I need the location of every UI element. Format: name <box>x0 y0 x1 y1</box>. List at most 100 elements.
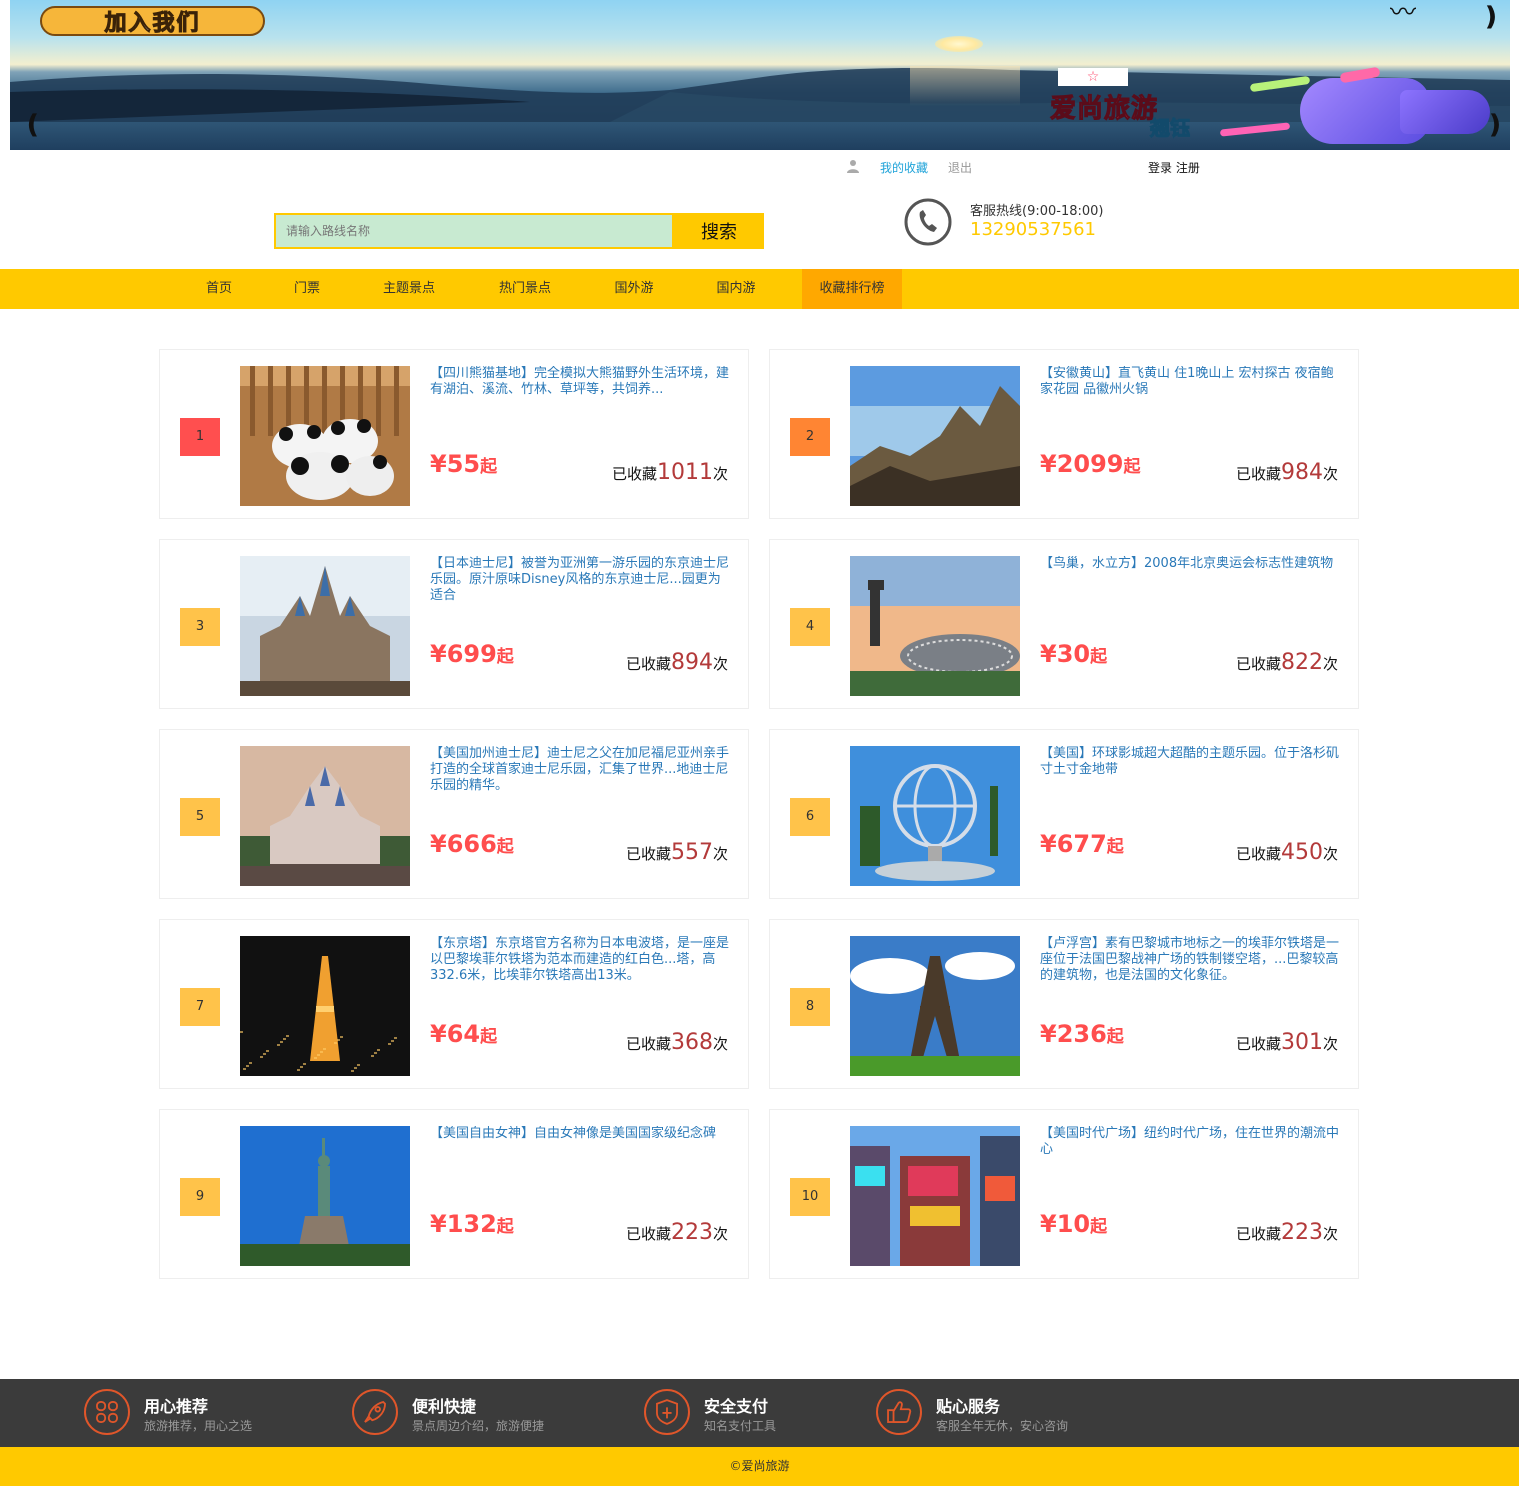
route-title-link[interactable]: 【东京塔】东京塔官方名称为日本电波塔，是一座是以巴黎埃菲尔铁塔为范本而建造的红白… <box>430 936 730 984</box>
login-register-link[interactable]: 登录 注册 <box>1148 159 1200 176</box>
ranking-card[interactable]: 4 【鸟巢，水立方】2008年北京奥运会标志性建筑物 ¥30起 已收藏822次 <box>769 539 1359 709</box>
ranking-card[interactable]: 3 【日本迪士尼】被誉为亚洲第一游乐园的东京迪士尼乐园。原汁原味Disney风格的… <box>159 539 749 709</box>
search-input[interactable] <box>274 213 674 249</box>
route-price: ¥236起 <box>1040 1020 1124 1048</box>
eiffel-tower-photo[interactable] <box>850 936 1020 1076</box>
copyright: ©爱尚旅游 <box>0 1447 1519 1486</box>
route-price: ¥677起 <box>1040 830 1124 858</box>
price-value: ¥2099 <box>1040 450 1124 478</box>
ranking-card[interactable]: 2 【安徽黄山】直飞黄山 住1晚山上 宏村探古 夜宿鲍家花园 品徽州火锅 ¥2099… <box>769 349 1359 519</box>
collect-prefix: 已收藏 <box>1235 845 1281 863</box>
ranking-card[interactable]: 6 【美国】环球影城超大超酷的主题乐园。位于洛杉矶寸土寸金地带 ¥677起 已收藏45… <box>769 729 1359 899</box>
route-title-link[interactable]: 【美国加州迪士尼】迪士尼之父在加尼福尼亚州亲手打造的全球首家迪士尼乐园，汇集了世… <box>430 746 730 794</box>
phone-icon <box>904 198 952 246</box>
collect-count: 已收藏301次 <box>1236 1030 1338 1055</box>
user-icon <box>847 160 859 173</box>
collect-suffix: 次 <box>712 845 728 863</box>
search-button[interactable]: 搜索 <box>674 213 764 249</box>
route-price: ¥30起 <box>1040 640 1107 668</box>
ranking-card[interactable]: 10 【美国时代广场】纽约时代广场，住在世界的潮流中心 ¥10起 已收藏223次 <box>769 1109 1359 1279</box>
huangshan-photo[interactable] <box>850 366 1020 506</box>
price-value: ¥666 <box>430 830 497 858</box>
nav-item-theme-spots[interactable]: 主题景点 <box>366 269 452 309</box>
route-title-link[interactable]: 【安徽黄山】直飞黄山 住1晚山上 宏村探古 夜宿鲍家花园 品徽州火锅 <box>1040 366 1340 398</box>
price-suffix: 起 <box>1106 1027 1124 1047</box>
universal-globe-photo[interactable] <box>850 746 1020 886</box>
times-square-photo[interactable] <box>850 1126 1020 1266</box>
price-suffix: 起 <box>1123 457 1141 477</box>
my-favorites-link[interactable]: 我的收藏 <box>880 159 928 176</box>
price-value: ¥64 <box>430 1020 481 1048</box>
price-suffix: 起 <box>480 457 498 477</box>
top-links-bar: 我的收藏 退出 登录 注册 <box>0 158 1519 178</box>
thumbs-up-icon <box>876 1389 922 1435</box>
collect-count: 已收藏557次 <box>626 840 728 865</box>
star-icon: ☆ <box>1058 68 1128 86</box>
shield-icon <box>644 1389 690 1435</box>
nav-item-tickets[interactable]: 门票 <box>278 269 336 309</box>
nav-item-hot-spots[interactable]: 热门景点 <box>482 269 568 309</box>
collect-suffix: 次 <box>712 465 728 483</box>
collect-prefix: 已收藏 <box>625 845 671 863</box>
price-value: ¥10 <box>1040 1210 1091 1238</box>
nav-item-favorites-ranking[interactable]: 收藏排行榜 <box>802 269 902 309</box>
brand-promo-graphic: ☆ 爱尚旅游 翘钰 <box>1040 66 1510 150</box>
collect-number: 557 <box>670 840 713 865</box>
collect-prefix: 已收藏 <box>611 465 657 483</box>
collect-number: 894 <box>670 650 713 675</box>
collect-number: 450 <box>1280 840 1323 865</box>
route-price: ¥699起 <box>430 640 514 668</box>
collect-suffix: 次 <box>1322 1225 1338 1243</box>
collect-number: 223 <box>670 1220 713 1245</box>
brand-title: 爱尚旅游 <box>1049 94 1159 125</box>
tokyo-disney-photo[interactable] <box>240 556 410 696</box>
collect-suffix: 次 <box>712 1225 728 1243</box>
route-title-link[interactable]: 【美国】环球影城超大超酷的主题乐园。位于洛杉矶寸土寸金地带 <box>1040 746 1340 778</box>
ranking-card[interactable]: 5 【美国加州迪士尼】迪士尼之父在加尼福尼亚州亲手打造的全球首家迪士尼乐园，汇集了… <box>159 729 749 899</box>
collect-suffix: 次 <box>1322 1035 1338 1053</box>
price-suffix: 起 <box>1090 1217 1108 1237</box>
join-us-logo[interactable]: 加入我们 <box>40 6 265 37</box>
collect-number: 984 <box>1280 460 1323 485</box>
statue-of-liberty-photo[interactable] <box>240 1126 410 1266</box>
collect-prefix: 已收藏 <box>1235 655 1281 673</box>
rank-badge: 9 <box>180 1178 220 1216</box>
ranking-card[interactable]: 7 【东京塔】东京塔官方名称为日本电波塔，是一座是以巴黎埃菲尔铁塔为范本而建造的红… <box>159 919 749 1089</box>
nav-item-home[interactable]: 首页 <box>190 269 248 309</box>
collect-suffix: 次 <box>712 655 728 673</box>
route-title-link[interactable]: 【日本迪士尼】被誉为亚洲第一游乐园的东京迪士尼乐园。原汁原味Disney风格的东… <box>430 556 730 604</box>
decoration-bar <box>1249 75 1311 93</box>
price-value: ¥677 <box>1040 830 1107 858</box>
ranking-card[interactable]: 8 【卢浮宫】素有巴黎城市地标之一的埃菲尔铁塔是一座位于法国巴黎战神广场的铁制镂空… <box>769 919 1359 1089</box>
route-title-link[interactable]: 【美国时代广场】纽约时代广场，住在世界的潮流中心 <box>1040 1126 1340 1158</box>
rank-badge: 7 <box>180 988 220 1026</box>
ranking-card[interactable]: 9 【美国自由女神】自由女神像是美国国家级纪念碑 ¥132起 已收藏223次 <box>159 1109 749 1279</box>
feature-desc: 客服全年无休，安心咨询 <box>936 1419 1069 1433</box>
curl-decoration-icon: ❫ <box>1480 2 1502 32</box>
feature-desc: 知名支付工具 <box>704 1419 777 1433</box>
rank-badge: 2 <box>790 418 830 456</box>
collect-number: 368 <box>670 1030 713 1055</box>
route-title-link[interactable]: 【卢浮宫】素有巴黎城市地标之一的埃菲尔铁塔是一座位于法国巴黎战神广场的铁制镂空塔… <box>1040 936 1340 984</box>
tokyo-tower-photo[interactable] <box>240 936 410 1076</box>
brand-subtitle: 翘钰 <box>1150 116 1191 141</box>
rank-badge: 1 <box>180 418 220 456</box>
birds-nest-photo[interactable] <box>850 556 1020 696</box>
route-title-link[interactable]: 【鸟巢，水立方】2008年北京奥运会标志性建筑物 <box>1040 556 1340 572</box>
price-suffix: 起 <box>496 837 514 857</box>
california-disney-photo[interactable] <box>240 746 410 886</box>
collect-number: 223 <box>1280 1220 1323 1245</box>
route-price: ¥132起 <box>430 1210 514 1238</box>
nav-item-domestic[interactable]: 国内游 <box>700 269 772 309</box>
hotline-number: 13290537561 <box>970 219 1096 240</box>
collect-number: 301 <box>1280 1030 1323 1055</box>
nav-item-overseas[interactable]: 国外游 <box>598 269 670 309</box>
ranking-card[interactable]: 1 【四川熊猫基地】完全模拟大熊猫野外生活环境，建有湖泊、溪流、竹林、草坪等，共饲… <box>159 349 749 519</box>
collect-suffix: 次 <box>1322 655 1338 673</box>
logout-link[interactable]: 退出 <box>948 159 972 176</box>
route-title-link[interactable]: 【美国自由女神】自由女神像是美国国家级纪念碑 <box>430 1126 730 1142</box>
features-bar: 用心推荐 旅游推荐，用心之选 便利快捷 景点周边介绍，旅游便捷 安全支付 知名支… <box>0 1379 1519 1447</box>
route-title-link[interactable]: 【四川熊猫基地】完全模拟大熊猫野外生活环境，建有湖泊、溪流、竹林、草坪等，共饲养… <box>430 366 730 398</box>
search-bar: 搜索 <box>274 213 764 249</box>
panda-photo[interactable] <box>240 366 410 506</box>
